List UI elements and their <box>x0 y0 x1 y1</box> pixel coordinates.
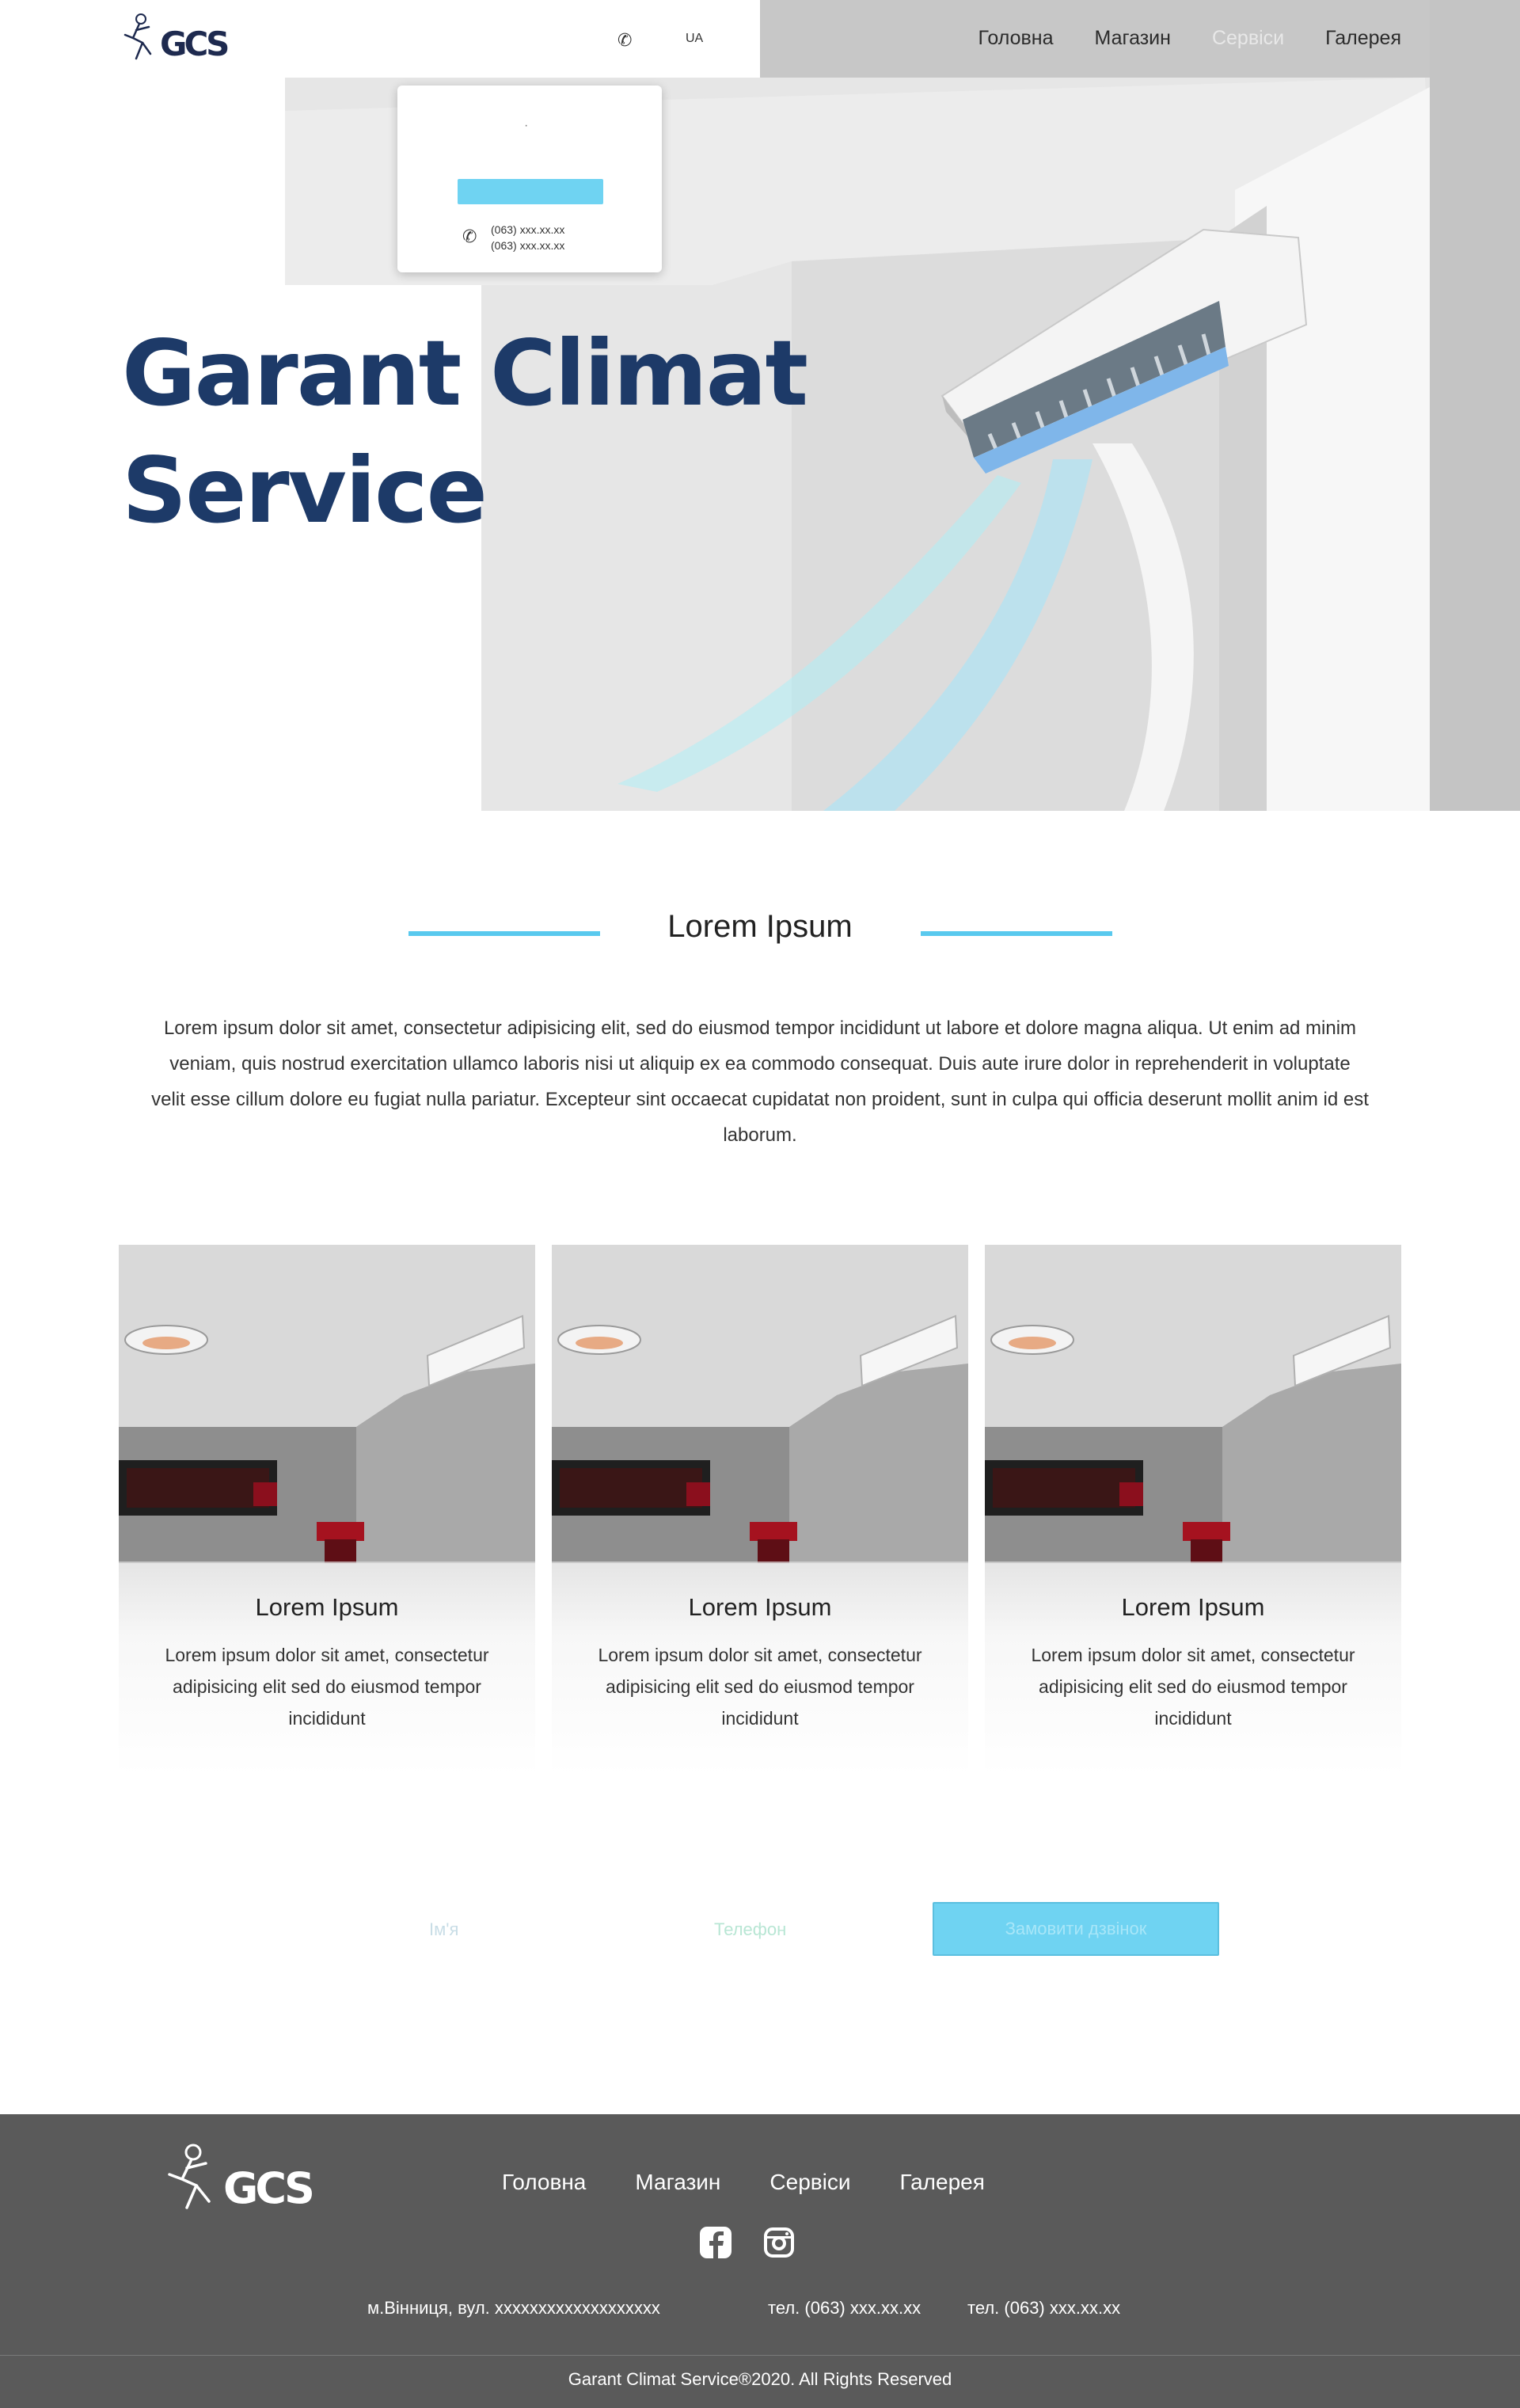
callback-button[interactable] <box>458 179 603 204</box>
phone-numbers: (063) xxx.xx.xx (063) xxx.xx.xx <box>491 222 564 253</box>
logo-runner-icon <box>124 13 152 60</box>
phone-number[interactable]: (063) xxx.xx.xx <box>491 238 564 253</box>
phone-field[interactable]: Телефон <box>714 1919 786 1940</box>
nav-shop[interactable]: Магазин <box>1095 27 1171 50</box>
hero-section: GCS ✆ UA Головна Магазин Сервіси Галерея… <box>0 0 1520 811</box>
heading-divider <box>921 931 1112 936</box>
service-card[interactable]: Lorem Ipsum Lorem ipsum dolor sit amet, … <box>985 1245 1401 1799</box>
site-logo[interactable]: GCS <box>119 11 230 68</box>
card-title: Lorem Ipsum <box>688 1593 832 1621</box>
nav-home[interactable]: Головна <box>978 27 1054 50</box>
card-title: Lorem Ipsum <box>1121 1593 1265 1621</box>
copyright: Garant Climat Service®2020. All Rights R… <box>568 2369 952 2389</box>
language-switch[interactable]: UA <box>686 32 703 46</box>
service-card[interactable]: Lorem Ipsum Lorem ipsum dolor sit amet, … <box>552 1245 968 1799</box>
order-call-button[interactable]: Замовити дзвінок <box>933 1902 1219 1956</box>
logo-runner-icon <box>168 2144 211 2209</box>
card-image <box>552 1245 968 1563</box>
phone-icon[interactable]: ✆ <box>618 30 632 51</box>
logo-text: GCS <box>160 24 230 63</box>
footer-nav: Головна Магазин Сервіси Галерея <box>502 2170 985 2195</box>
footer-logo[interactable]: GCS <box>160 2141 315 2217</box>
service-cards: Lorem Ipsum Lorem ipsum dolor sit amet, … <box>119 1245 1401 1799</box>
social-links <box>700 2227 795 2258</box>
hero-title: Garant Climat Service <box>122 315 808 550</box>
nav-services[interactable]: Сервіси <box>1212 27 1284 50</box>
section-title: Lorem Ipsum <box>667 909 853 944</box>
footer: GCS Головна Магазин Сервіси Галерея м.Ві… <box>0 2114 1520 2408</box>
phone-number[interactable]: (063) xxx.xx.xx <box>491 222 564 238</box>
footer-phone[interactable]: тел. (063) xxx.xx.xx <box>967 2298 1120 2319</box>
main-nav: Головна Магазин Сервіси Галерея <box>978 27 1401 50</box>
service-card[interactable]: Lorem Ipsum Lorem ipsum dolor sit amet, … <box>119 1245 535 1799</box>
card-image <box>119 1245 535 1563</box>
footer-nav-shop[interactable]: Магазин <box>635 2170 720 2195</box>
card-text: Lorem ipsum dolor sit amet, consectetur … <box>598 1645 922 1729</box>
card-title: Lorem Ipsum <box>255 1593 399 1621</box>
card-text: Lorem ipsum dolor sit amet, consectetur … <box>165 1645 489 1729</box>
hero-title-line: Garant Climat <box>122 321 808 426</box>
name-field[interactable]: Ім'я <box>429 1919 458 1940</box>
logo-text: GCS <box>223 2163 315 2213</box>
footer-nav-gallery[interactable]: Галерея <box>900 2170 985 2195</box>
hero-title-line: Service <box>122 438 488 543</box>
footer-nav-services[interactable]: Сервіси <box>770 2170 850 2195</box>
footer-divider <box>0 2355 1520 2356</box>
footer-nav-home[interactable]: Головна <box>502 2170 586 2195</box>
nav-gallery[interactable]: Галерея <box>1325 27 1401 50</box>
footer-phone[interactable]: тел. (063) xxx.xx.xx <box>768 2298 921 2319</box>
section-heading: Lorem Ipsum <box>0 909 1520 957</box>
footer-address: м.Вінниця, вул. xxxxxxxxxxxxxxxxxxx <box>367 2298 660 2318</box>
instagram-icon[interactable] <box>763 2227 795 2258</box>
facebook-icon[interactable] <box>700 2227 732 2258</box>
intro-text: Lorem ipsum dolor sit amet, consectetur … <box>151 1018 1369 1146</box>
card-text: Lorem ipsum dolor sit amet, consectetur … <box>1031 1645 1355 1729</box>
card-image <box>985 1245 1401 1563</box>
card-marker: · <box>524 119 529 132</box>
phone-icon: ✆ <box>462 226 477 246</box>
phone-dropdown: · ✆ (063) xxx.xx.xx (063) xxx.xx.xx <box>397 86 662 272</box>
